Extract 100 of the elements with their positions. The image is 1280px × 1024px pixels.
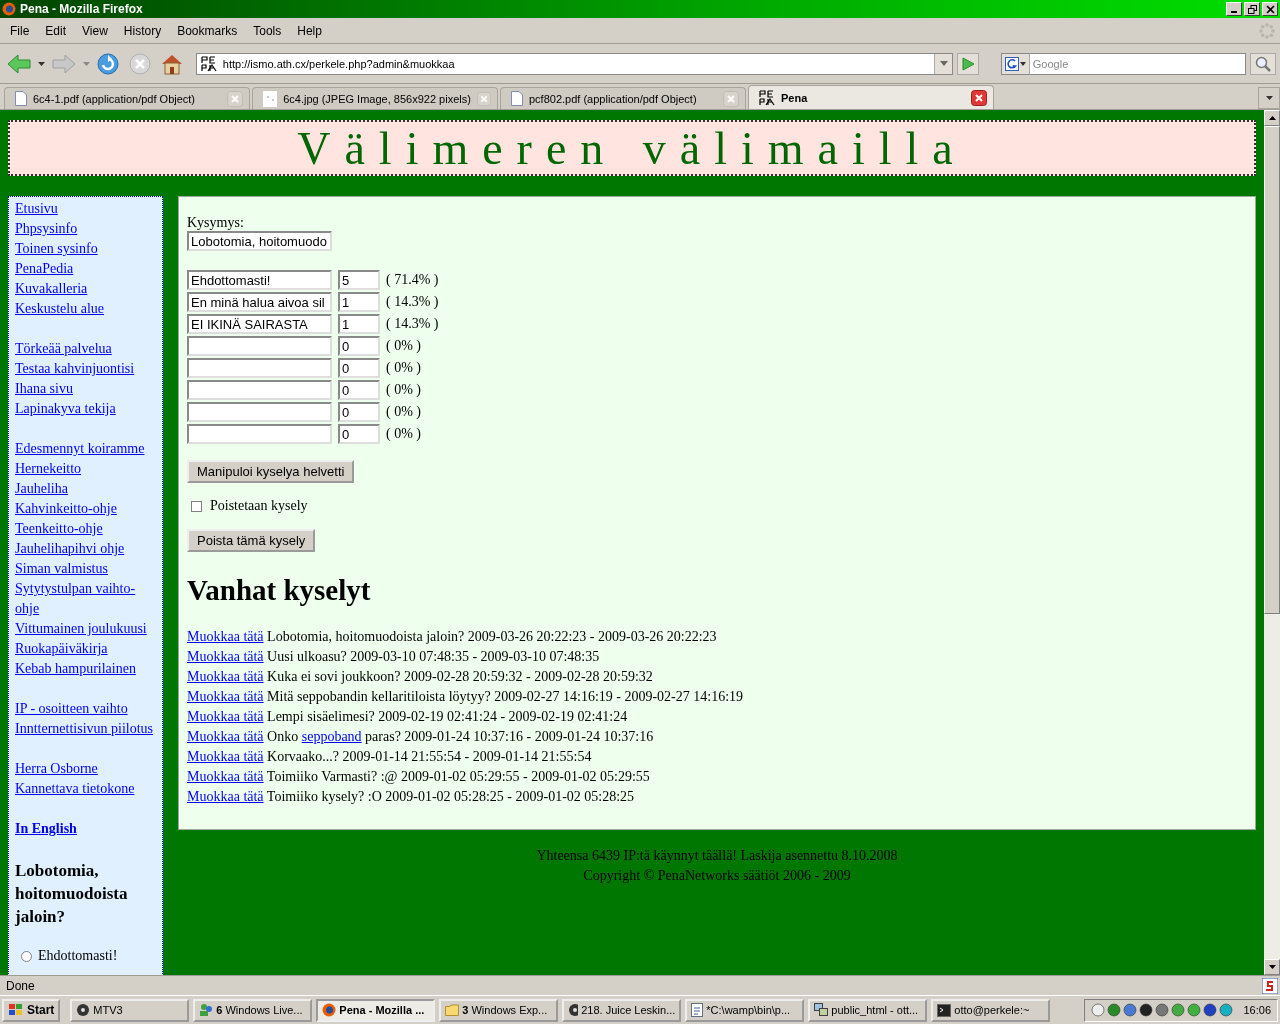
- sidebar-link[interactable]: Vittumainen joulukuusi: [15, 619, 156, 639]
- restore-button[interactable]: [1244, 2, 1260, 16]
- old-poll-entry: Muokkaa tätä Uusi ulkoasu? 2009-03-10 07:48:35 - 2009-03-10 07:48:35: [187, 648, 601, 666]
- taskbar-button[interactable]: *C:\wamp\bin\p...: [685, 998, 805, 1022]
- sidebar-link[interactable]: Kannettava tietokone: [15, 779, 156, 799]
- tab-close-icon[interactable]: [971, 89, 987, 106]
- vote-share: ( 0% ): [386, 360, 421, 376]
- vote-count-field[interactable]: 0: [338, 380, 380, 400]
- start-button[interactable]: Start: [2, 998, 61, 1022]
- browser-tab[interactable]: 6c4-1.pdf (application/pdf Object): [4, 87, 250, 109]
- sidebar-link[interactable]: Kebab hampurilainen: [15, 659, 156, 679]
- submit-button[interactable]: Manipuloi kyselya helvetti: [187, 460, 355, 483]
- taskbar-button[interactable]: 218. Juice Leskin...: [562, 998, 682, 1022]
- addon-icon[interactable]: [1262, 977, 1278, 994]
- disc-icon: [76, 1003, 91, 1017]
- answer-field[interactable]: EI IKINÄ SAIRASTA: [187, 314, 332, 334]
- edit-link[interactable]: Muokkaa tätä: [187, 629, 264, 644]
- taskbar-button[interactable]: MTV3: [70, 998, 190, 1022]
- tray-icon[interactable]: [1139, 1003, 1154, 1017]
- browser-tab[interactable]: 6c4.jpg (JPEG Image, 856x922 pixels): [252, 87, 498, 109]
- edit-link[interactable]: Muokkaa tätä: [187, 689, 264, 704]
- address-field[interactable]: http://ismo.ath.cx/perkele.php?admin&muokkaa: [195, 52, 953, 75]
- scroll-down-button[interactable]: [1264, 959, 1280, 975]
- checkbox[interactable]: [191, 500, 202, 512]
- language-link[interactable]: In English: [15, 819, 156, 839]
- menu-item[interactable]: Help: [289, 23, 330, 38]
- scroll-up-button[interactable]: [1264, 110, 1280, 126]
- sidebar-link[interactable]: Jauhelihapihvi ohje: [15, 539, 156, 559]
- menu-item[interactable]: Tools: [245, 23, 290, 38]
- close-button[interactable]: [1262, 2, 1278, 16]
- sidebar-link[interactable]: Herra Osborne: [15, 759, 156, 779]
- browser-tab[interactable]: pcf802.pdf (application/pdf Object): [500, 87, 746, 109]
- scrollbar[interactable]: [1264, 110, 1280, 975]
- sidebar-link[interactable]: Jauheliha: [15, 479, 156, 499]
- taskbar-button[interactable]: otto@perkele:~: [931, 998, 1051, 1022]
- sidebar-link[interactable]: Kuvakalleria: [15, 279, 156, 299]
- edit-link[interactable]: Muokkaa tätä: [187, 669, 264, 684]
- tray-icon[interactable]: [1203, 1003, 1218, 1017]
- vote-count-field[interactable]: 0: [338, 424, 380, 444]
- answer-field[interactable]: [187, 380, 332, 400]
- search-field[interactable]: Google: [1029, 52, 1247, 75]
- minimize-button[interactable]: [1226, 2, 1242, 16]
- answer-field[interactable]: En minä halua aivoa sil: [187, 292, 332, 312]
- menu-item[interactable]: File: [2, 23, 38, 38]
- sidebar-link[interactable]: Teenkeitto-ohje: [15, 519, 156, 539]
- answer-field[interactable]: [187, 402, 332, 422]
- question-field[interactable]: Lobotomia, hoitomuodo: [187, 231, 332, 251]
- vote-count-field[interactable]: 5: [338, 270, 380, 290]
- edit-link[interactable]: Muokkaa tätä: [187, 649, 264, 664]
- edit-link[interactable]: Muokkaa tätä: [187, 729, 264, 744]
- sidebar-link[interactable]: Keskustelu alue: [15, 299, 156, 319]
- menu-item[interactable]: Bookmarks: [169, 23, 246, 38]
- answer-field[interactable]: Ehdottomasti!: [187, 270, 332, 290]
- menu-item[interactable]: Edit: [37, 23, 75, 38]
- vote-count-field[interactable]: 0: [338, 358, 380, 378]
- sidebar-link[interactable]: Ruokapäiväkirja: [15, 639, 156, 659]
- answer-field[interactable]: [187, 336, 332, 356]
- vote-count-field[interactable]: 1: [338, 314, 380, 334]
- answer-field[interactable]: [187, 358, 332, 378]
- radio-button[interactable]: [21, 950, 32, 962]
- vote-count-field[interactable]: 1: [338, 292, 380, 312]
- taskbar-button[interactable]: 3 Windows Exp...: [439, 998, 559, 1022]
- sidebar-link[interactable]: Lapinakyva tekija: [15, 399, 156, 419]
- notepad-icon: [691, 1003, 704, 1017]
- search-button[interactable]: [1250, 52, 1276, 75]
- taskbar-button[interactable]: Pena - Mozilla ...: [316, 998, 436, 1022]
- answer-field[interactable]: [187, 424, 332, 444]
- vote-count-field[interactable]: 0: [338, 336, 380, 356]
- sidebar-link[interactable]: PenaPedia: [15, 259, 156, 279]
- search-engine-button[interactable]: [1000, 52, 1030, 75]
- go-button[interactable]: [957, 52, 979, 75]
- edit-link[interactable]: Muokkaa tätä: [187, 709, 264, 724]
- edit-link[interactable]: Muokkaa tätä: [187, 789, 264, 804]
- sidebar-link[interactable]: Etusivu: [15, 199, 156, 219]
- sidebar-link[interactable]: Sytytystulpan vaihto-ohje: [15, 579, 156, 619]
- delete-button[interactable]: Poista tämä kysely: [187, 529, 316, 552]
- taskbar-button[interactable]: public_html - ott...: [808, 998, 928, 1022]
- sidebar-link[interactable]: Siman valmistus: [15, 559, 156, 579]
- menu-item[interactable]: History: [115, 23, 170, 38]
- sidebar-link[interactable]: Toinen sysinfo: [15, 239, 156, 259]
- edit-link[interactable]: Muokkaa tätä: [187, 749, 264, 764]
- menu-item[interactable]: View: [74, 23, 116, 38]
- sidebar-link[interactable]: Edesmennyt koiramme: [15, 439, 156, 459]
- sidebar-link[interactable]: Hernekeitto: [15, 459, 156, 479]
- sidebar-link[interactable]: Törkeää palvelua: [15, 339, 156, 359]
- tab-list-button[interactable]: [1258, 87, 1280, 109]
- taskbar-button[interactable]: 6 Windows Live...: [193, 998, 313, 1022]
- sidebar-link[interactable]: IP - osoitteen vaihto: [15, 699, 156, 719]
- dropdown-icon[interactable]: [38, 61, 45, 66]
- sidebar-link[interactable]: Kahvinkeitto-ohje: [15, 499, 156, 519]
- sidebar-link[interactable]: Inntternettisivun piilotus: [15, 719, 156, 739]
- browser-logo-icon: [322, 1003, 337, 1017]
- edit-link[interactable]: Muokkaa tätä: [187, 769, 264, 784]
- dropdown-icon[interactable]: [939, 61, 948, 66]
- sidebar-link[interactable]: Phpsysinfo: [15, 219, 156, 239]
- vote-count-field[interactable]: 0: [338, 402, 380, 422]
- sidebar-link[interactable]: Ihana sivu: [15, 379, 156, 399]
- browser-tab[interactable]: Pena: [748, 85, 994, 109]
- sidebar-link[interactable]: Testaa kahvinjuontisi: [15, 359, 156, 379]
- inline-link[interactable]: seppoband: [301, 729, 362, 744]
